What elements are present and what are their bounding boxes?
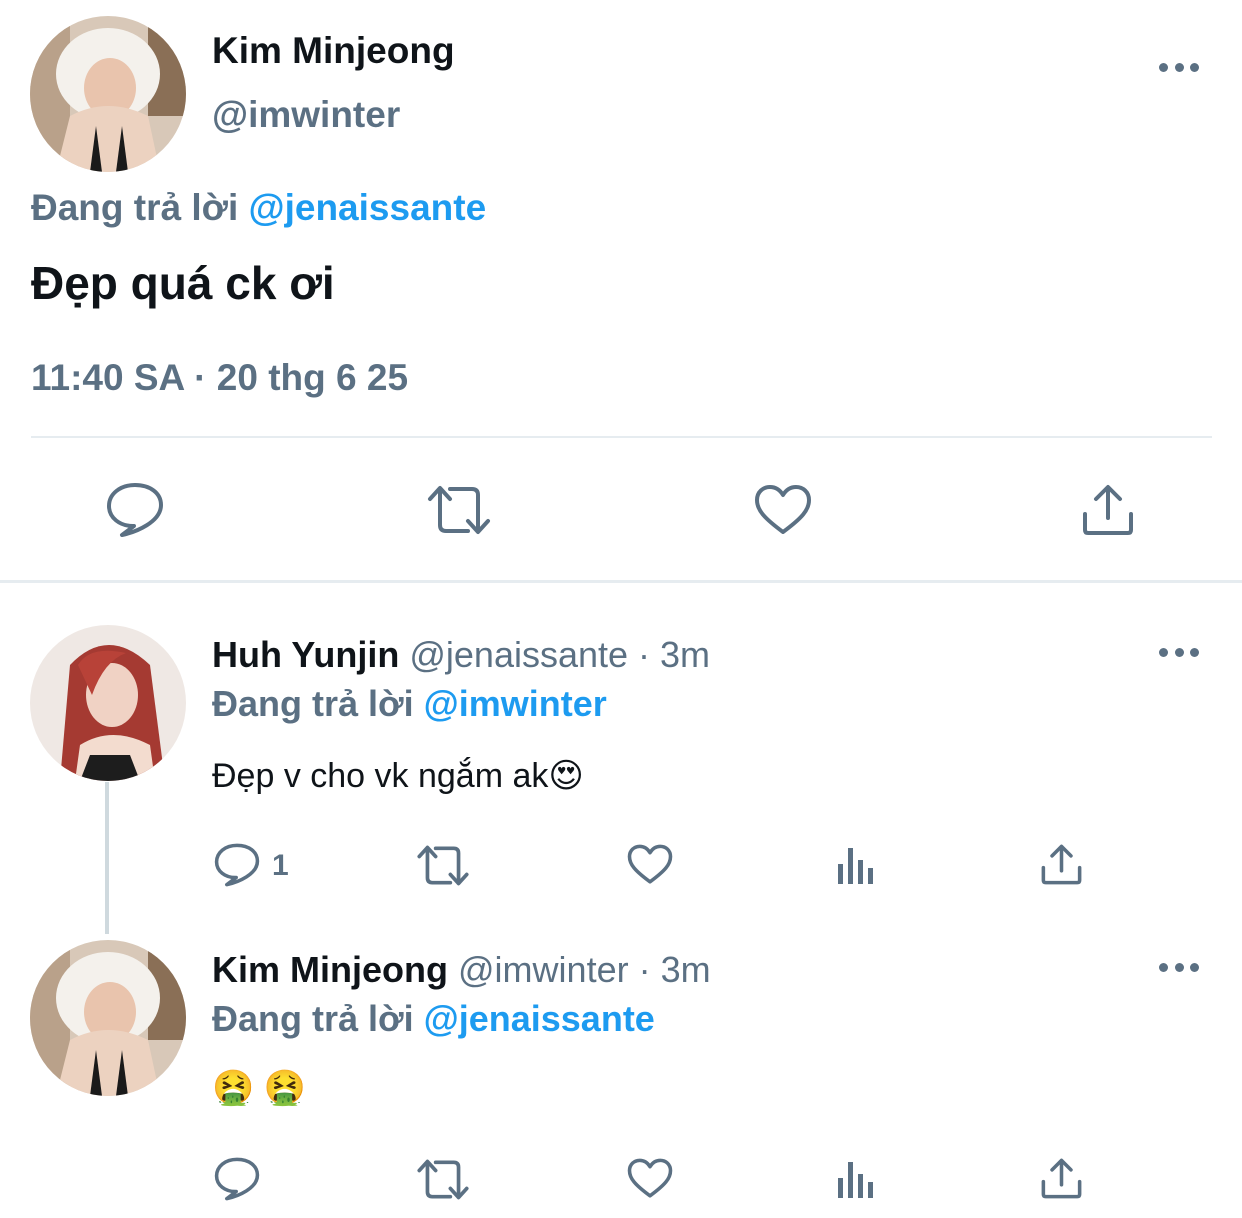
replying-to-line: Đang trả lời @jenaissante	[212, 998, 655, 1040]
analytics-icon[interactable]	[836, 1160, 876, 1200]
share-icon[interactable]	[1082, 484, 1134, 536]
author-name[interactable]: Kim Minjeong	[212, 30, 455, 72]
reply-author-meta[interactable]: @imwinter · 3m	[458, 949, 711, 990]
reply-avatar[interactable]	[30, 625, 186, 781]
divider	[31, 436, 1212, 438]
heart-eyes-emoji: 😍	[548, 757, 584, 795]
avatar-photo-winter	[30, 16, 186, 172]
more-options-icon[interactable]	[1159, 960, 1199, 974]
replying-to-line: Đang trả lời @jenaissante	[31, 187, 486, 229]
reply-text-body: Đẹp v cho vk ngắm ak	[212, 757, 549, 795]
replying-to-handle[interactable]: @imwinter	[424, 683, 607, 724]
retweet-icon[interactable]	[426, 485, 492, 535]
like-icon[interactable]	[754, 484, 812, 536]
reply-author-name[interactable]: Kim Minjeong	[212, 949, 448, 990]
reply-icon[interactable]	[106, 482, 164, 538]
author-handle[interactable]: @imwinter	[212, 94, 400, 136]
avatar-photo-yunjin	[30, 625, 186, 781]
share-icon[interactable]	[1041, 1158, 1082, 1199]
analytics-icon[interactable]	[836, 846, 876, 886]
avatar-photo-winter	[30, 940, 186, 1096]
reply-icon[interactable]	[214, 1157, 260, 1201]
reply-header: Huh Yunjin @jenaissante · 3m	[212, 634, 710, 676]
reply-text: 🤮 🤮	[212, 1069, 307, 1107]
replying-to-label: Đang trả lời	[212, 683, 424, 724]
reply-author-name[interactable]: Huh Yunjin	[212, 634, 399, 675]
like-icon[interactable]	[627, 844, 673, 885]
reply-text: Đẹp v cho vk ngắm ak😍	[212, 756, 584, 796]
section-divider	[0, 580, 1242, 583]
reply-header: Kim Minjeong @imwinter · 3m	[212, 949, 711, 991]
reply-icon[interactable]	[214, 843, 260, 887]
thread-connector	[105, 782, 109, 934]
tweet-timestamp[interactable]: 11:40 SA · 20 thg 6 25	[31, 357, 408, 399]
replying-to-label: Đang trả lời	[212, 998, 424, 1039]
reply-author-meta[interactable]: @jenaissante · 3m	[409, 634, 710, 675]
more-options-icon[interactable]	[1159, 645, 1199, 659]
author-avatar[interactable]	[30, 16, 186, 172]
retweet-icon[interactable]	[416, 1159, 470, 1200]
replying-to-line: Đang trả lời @imwinter	[212, 683, 607, 725]
replying-to-handle[interactable]: @jenaissante	[424, 998, 655, 1039]
replying-to-handle[interactable]: @jenaissante	[249, 187, 487, 228]
reply-avatar[interactable]	[30, 940, 186, 1096]
like-icon[interactable]	[627, 1158, 673, 1199]
retweet-icon[interactable]	[416, 845, 470, 886]
share-icon[interactable]	[1041, 844, 1082, 885]
reply-count: 1	[272, 849, 289, 882]
replying-to-label: Đang trả lời	[31, 187, 249, 228]
tweet-text: Đẹp quá ck ơi	[31, 257, 335, 309]
more-options-icon[interactable]	[1159, 60, 1199, 74]
